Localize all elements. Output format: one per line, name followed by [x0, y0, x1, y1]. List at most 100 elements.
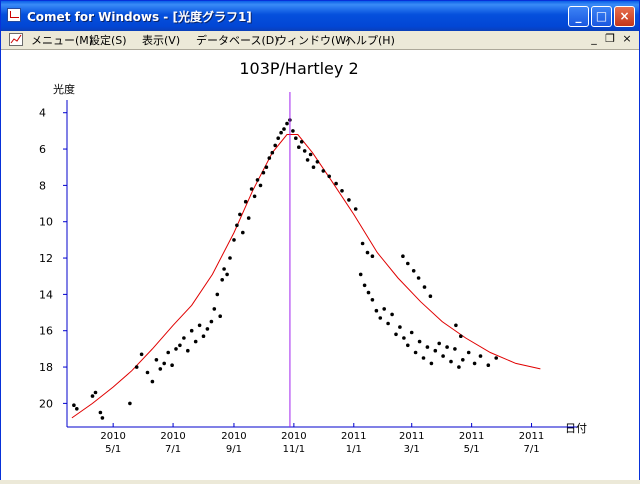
- observation-point: [189, 328, 194, 333]
- light-curve-chart: 103P/Hartley 2 光度 日付 4 6 8 10 12 14 16 18 20 201…: [39, 59, 587, 455]
- observation-point: [158, 367, 163, 371]
- observation-point: [162, 361, 166, 366]
- observation-point: [205, 327, 210, 331]
- menu-item-view[interactable]: 表示(V): [142, 32, 180, 48]
- observation-point: [276, 136, 281, 140]
- observation-point: [394, 332, 398, 337]
- observation-point: [321, 169, 326, 173]
- x-tick-year: 2011: [459, 431, 484, 442]
- observation-point: [365, 250, 370, 255]
- x-tick-year: 2010: [221, 431, 246, 442]
- observation-point: [134, 365, 139, 369]
- maximize-icon: □: [595, 9, 608, 23]
- observation-point: [193, 339, 198, 344]
- x-tick-year: 2011: [399, 431, 424, 442]
- observation-point: [93, 390, 98, 395]
- observation-point: [428, 294, 433, 298]
- observation-point: [454, 323, 458, 328]
- observation-point: [417, 339, 422, 344]
- x-tick-date: 11/1: [283, 444, 305, 455]
- observation-point: [433, 348, 438, 353]
- mdi-restore-button[interactable]: ❐: [603, 32, 617, 46]
- observation-point: [409, 330, 414, 335]
- model-curve-group: [71, 134, 541, 419]
- observation-point: [128, 401, 132, 406]
- y-tick-label: 8: [39, 179, 46, 192]
- observation-point: [285, 121, 289, 126]
- app-window: Comet for Windows - [光度グラフ1] _ □ × メニュー(…: [0, 0, 640, 480]
- observation-point: [267, 156, 272, 160]
- observation-point: [222, 267, 226, 271]
- x-axis-label: 日付: [565, 422, 587, 435]
- child-window-chart-icon[interactable]: [9, 33, 23, 46]
- observation-point: [360, 241, 365, 246]
- observation-point: [340, 189, 344, 193]
- x-tick-date: 5/1: [464, 444, 480, 455]
- observation-point: [201, 334, 206, 339]
- observation-point: [358, 272, 363, 277]
- observation-point: [334, 181, 338, 186]
- x-tick-year: 2011: [341, 431, 366, 442]
- x-tick-date: 7/1: [523, 444, 539, 455]
- menu-item-window[interactable]: ウィンドウ(W): [276, 32, 350, 48]
- observation-point: [261, 170, 266, 175]
- observation-point: [255, 178, 260, 182]
- observation-point: [459, 334, 463, 339]
- observation-point: [422, 285, 427, 289]
- observation-point: [382, 307, 387, 311]
- observation-point: [311, 165, 316, 169]
- observation-point: [241, 230, 245, 235]
- observation-point: [413, 350, 418, 355]
- mdi-close-button[interactable]: ×: [620, 32, 634, 46]
- observation-point: [353, 207, 358, 211]
- x-tick-date: 1/1: [346, 444, 362, 455]
- observation-point: [402, 336, 406, 340]
- observation-point: [445, 345, 449, 349]
- menu-item-settings[interactable]: 設定(S): [89, 32, 127, 48]
- menu-item-menu[interactable]: メニュー(M): [31, 32, 93, 48]
- y-tick-label: 20: [39, 397, 53, 410]
- title-bar[interactable]: Comet for Windows - [光度グラフ1] _ □ ×: [1, 1, 639, 31]
- x-axis-ticks: 2010 5/1 2010 7/1 2010 9/1 2010 11/1 2011 1/1 2011…: [100, 423, 544, 455]
- observation-point: [374, 308, 379, 313]
- y-tick-label: 18: [39, 361, 53, 374]
- menu-item-database[interactable]: データベース(D): [196, 32, 279, 48]
- close-icon: ×: [619, 9, 630, 23]
- observation-point: [228, 256, 232, 260]
- x-tick-year: 2010: [281, 431, 306, 442]
- observation-point: [421, 356, 426, 360]
- observation-point: [406, 261, 410, 266]
- observation-point: [182, 336, 186, 340]
- observation-point: [297, 145, 301, 149]
- observation-point: [90, 394, 95, 398]
- observation-point: [461, 358, 465, 362]
- y-tick-label: 16: [39, 325, 53, 338]
- observation-point: [258, 183, 263, 188]
- close-button[interactable]: ×: [614, 6, 635, 27]
- observation-point: [270, 150, 275, 155]
- x-tick-date: 9/1: [226, 444, 242, 455]
- observation-point: [366, 290, 371, 295]
- maximize-button[interactable]: □: [591, 6, 612, 27]
- observation-point: [75, 407, 79, 411]
- observation-point: [386, 321, 390, 326]
- observation-point: [220, 278, 224, 282]
- menu-item-help[interactable]: ヘルプ(H): [345, 32, 395, 48]
- observation-point: [494, 356, 499, 360]
- x-tick-year: 2011: [519, 431, 544, 442]
- minimize-button[interactable]: _: [568, 6, 589, 27]
- observation-point: [486, 363, 491, 368]
- y-axis-label: 光度: [53, 82, 75, 96]
- observation-point: [218, 314, 222, 319]
- y-tick-label: 14: [39, 288, 53, 301]
- mdi-minimize-button[interactable]: _: [587, 32, 601, 46]
- observation-point: [232, 238, 236, 242]
- observation-point: [252, 194, 257, 199]
- observation-point: [411, 269, 416, 273]
- app-chart-icon[interactable]: [7, 8, 21, 22]
- observation-point: [291, 129, 295, 133]
- observation-point: [398, 325, 402, 329]
- observation-point: [390, 312, 394, 317]
- observation-point: [472, 361, 477, 366]
- observation-point: [178, 343, 182, 348]
